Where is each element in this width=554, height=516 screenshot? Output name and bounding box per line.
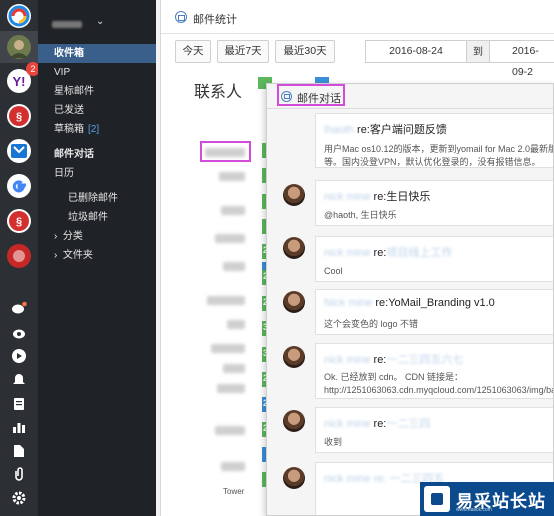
folder-starred[interactable]: 星标邮件 — [38, 82, 156, 101]
folder-sent[interactable]: 已发送 — [38, 101, 156, 120]
message-preview: @haoth, 生日快乐 — [324, 210, 397, 220]
folder-categories[interactable]: › 分类 — [38, 227, 156, 246]
contact-name-tower: Tower — [223, 487, 245, 496]
folder-conversations[interactable]: 邮件对话 — [38, 145, 156, 164]
sender-avatar — [283, 237, 305, 259]
contact-name — [215, 426, 245, 435]
message-subject: nick mine re:项目线上工作 — [324, 247, 453, 259]
contact-name — [223, 364, 245, 373]
message-subject: nick mine re:一二三四 — [324, 418, 431, 430]
contacts-title: 联系人 — [194, 84, 243, 101]
contact-name — [211, 344, 245, 353]
contact-name — [221, 206, 245, 215]
account-avatar-icon[interactable] — [5, 33, 33, 61]
message-subject: nick mine re:一二三四五六七 — [324, 354, 464, 366]
chevron-right-icon: › — [54, 250, 58, 261]
message-preview: Ok. 已经放到 cdn。 CDN 链接是： http://1251063063.… — [324, 372, 554, 395]
svg-text:§: § — [16, 111, 22, 123]
account-name-redacted — [52, 21, 82, 28]
message-preview: 收到 — [324, 437, 343, 447]
chevron-right-icon: › — [54, 231, 58, 242]
conversation-message[interactable]: Nick mine re:YoMail_Branding v1.0 这个会变色的… — [315, 289, 553, 335]
sender-avatar — [283, 467, 305, 489]
watermark-logo-icon — [424, 486, 450, 512]
svg-text:Y!: Y! — [13, 74, 26, 89]
panel-header: 邮件统计 — [161, 0, 554, 34]
sender-avatar — [283, 184, 305, 206]
netease-163-icon[interactable]: § — [5, 102, 33, 130]
folder-sidebar: ⌄ 收件箱 VIP 星标邮件 已发送 草稿箱 [2] 邮件对话 日历 已删除邮件 … — [38, 0, 156, 516]
netease-126-icon[interactable]: § — [5, 207, 33, 235]
sender-avatar — [283, 291, 305, 313]
watermark-url: www.easck.com — [456, 507, 492, 513]
conversation-dialog: 邮件对话 lhaoth re:客户端问题反馈 用户Mac os10.12的版本，… — [266, 83, 554, 516]
selected-contact-highlight — [200, 141, 251, 162]
folder-deleted[interactable]: 已删除邮件 — [38, 189, 156, 208]
folder-drafts[interactable]: 草稿箱 [2] — [38, 120, 156, 139]
contact-name — [207, 296, 245, 305]
message-preview: Cool — [324, 266, 343, 276]
contact-name — [223, 262, 245, 271]
conversation-message[interactable]: nick mine re:一二三四 收到 — [315, 407, 553, 453]
folder-inbox[interactable]: 收件箱 — [38, 44, 156, 63]
attachment-icon[interactable] — [10, 465, 28, 483]
message-subject: lhaoth re:客户端问题反馈 — [324, 124, 447, 136]
folder-calendar[interactable]: 日历 — [38, 164, 156, 183]
contact-name — [221, 462, 245, 471]
conversation-message[interactable]: nick mine re:一二三四五六七 Ok. 已经放到 cdn。 CDN 链… — [315, 343, 554, 399]
exchange-mail-icon[interactable] — [5, 137, 33, 165]
range-today-button[interactable]: 今天 — [175, 40, 211, 63]
contact-name — [219, 172, 245, 181]
app-logo-icon[interactable] — [5, 2, 33, 30]
date-from-input[interactable]: 2016-08-24 — [365, 40, 467, 63]
dialog-title-highlight — [277, 84, 345, 106]
bell-icon[interactable] — [10, 371, 28, 389]
sender-avatar — [283, 410, 305, 432]
statistics-icon[interactable] — [10, 418, 28, 436]
notes-icon[interactable] — [10, 395, 28, 413]
google-mail-icon[interactable] — [5, 172, 33, 200]
drafts-count: [2] — [88, 124, 100, 135]
conversation-message[interactable]: lhaoth re:客户端问题反馈 用户Mac os10.12的版本，更新到yo… — [315, 113, 554, 168]
site-watermark: 易采站长站 www.easck.com — [420, 482, 554, 516]
settings-gear-icon[interactable] — [10, 489, 28, 507]
play-icon[interactable] — [10, 347, 28, 365]
folder-spam[interactable]: 垃圾邮件 — [38, 208, 156, 227]
account-switcher[interactable]: ⌄ — [52, 16, 122, 30]
message-preview: 用户Mac os10.12的版本，更新到yomail for Mac 2.0最新… — [324, 144, 554, 167]
contact-name — [215, 234, 245, 243]
divider — [267, 108, 553, 109]
chat-icon[interactable] — [10, 300, 28, 318]
range-30days-button[interactable]: 最近30天 — [275, 40, 335, 63]
contact-name — [217, 384, 245, 393]
range-7days-button[interactable]: 最近7天 — [217, 40, 269, 63]
files-icon[interactable] — [10, 442, 28, 460]
date-to-input[interactable]: 2016-09-2 — [489, 40, 554, 78]
sender-avatar — [283, 346, 305, 368]
message-subject: nick mine re:生日快乐 — [324, 191, 431, 203]
message-subject: Nick mine re:YoMail_Branding v1.0 — [324, 297, 495, 309]
conversation-message[interactable]: nick mine re:项目线上工作 Cool — [315, 236, 553, 282]
folder-vip[interactable]: VIP — [38, 63, 156, 82]
app-rail: Y! 2 § § — [0, 0, 40, 516]
weibo-icon[interactable] — [10, 324, 28, 342]
contact-name — [227, 320, 245, 329]
date-to-label: 到 — [467, 40, 489, 63]
message-preview: 这个会变色的 logo 不错 — [324, 319, 419, 329]
svg-text:§: § — [16, 216, 22, 228]
chevron-down-icon: ⌄ — [96, 16, 105, 27]
statistics-title-icon — [175, 11, 187, 23]
page-title: 邮件统计 — [193, 14, 237, 26]
folder-folders[interactable]: › 文件夹 — [38, 246, 156, 265]
another-account-icon[interactable] — [5, 242, 33, 270]
conversation-message[interactable]: nick mine re:生日快乐 @haoth, 生日快乐 — [315, 180, 553, 226]
